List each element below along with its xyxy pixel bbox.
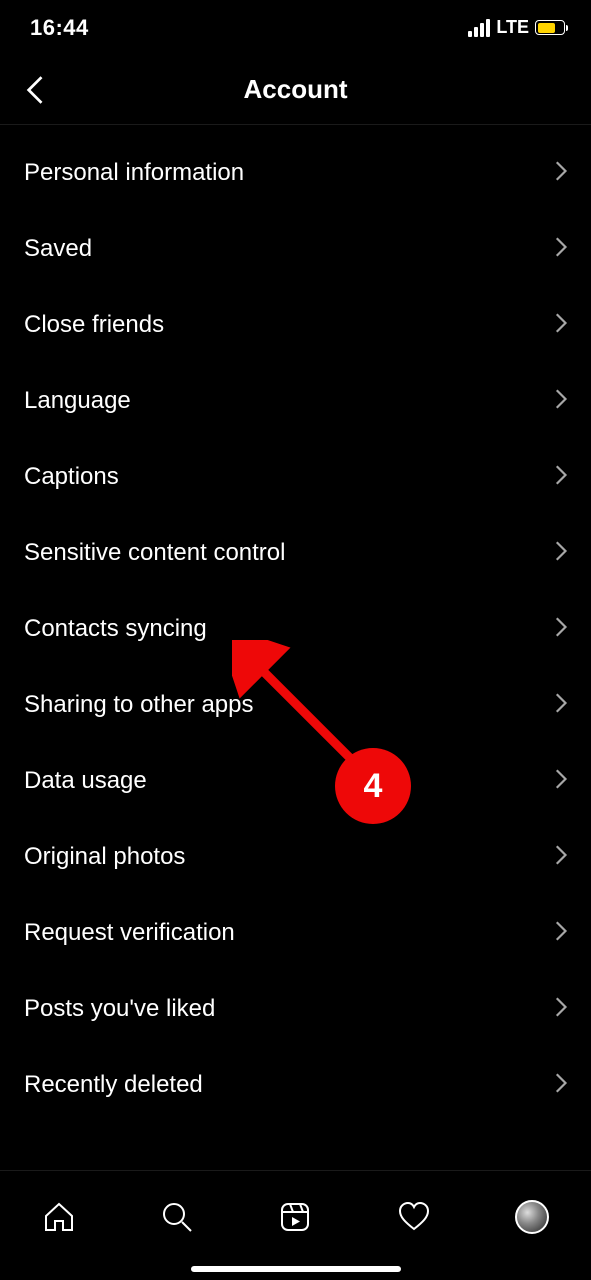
- battery-icon: [535, 20, 565, 35]
- chevron-right-icon: [555, 1072, 569, 1099]
- chevron-right-icon: [555, 692, 569, 719]
- row-contacts-syncing[interactable]: Contacts syncing: [0, 591, 591, 667]
- reels-icon: [278, 1200, 312, 1234]
- status-right: LTE: [468, 17, 565, 38]
- heart-icon: [397, 1200, 431, 1234]
- row-label: Personal information: [24, 159, 244, 187]
- nav-header: Account: [0, 55, 591, 125]
- tab-reels[interactable]: [273, 1195, 317, 1239]
- chevron-right-icon: [555, 920, 569, 947]
- network-label: LTE: [496, 17, 529, 38]
- row-label: Sharing to other apps: [24, 691, 254, 719]
- row-data-usage[interactable]: Data usage: [0, 743, 591, 819]
- row-label: Contacts syncing: [24, 615, 207, 643]
- chevron-right-icon: [555, 768, 569, 795]
- row-label: Saved: [24, 235, 92, 263]
- row-posts-youve-liked[interactable]: Posts you've liked: [0, 971, 591, 1047]
- chevron-right-icon: [555, 616, 569, 643]
- tab-bar: [0, 1170, 591, 1280]
- cell-signal-icon: [468, 19, 490, 37]
- row-label: Recently deleted: [24, 1071, 203, 1099]
- row-label: Request verification: [24, 919, 235, 947]
- row-close-friends[interactable]: Close friends: [0, 287, 591, 363]
- chevron-right-icon: [555, 388, 569, 415]
- chevron-right-icon: [555, 844, 569, 871]
- row-language[interactable]: Language: [0, 363, 591, 439]
- home-icon: [42, 1200, 76, 1234]
- chevron-right-icon: [555, 464, 569, 491]
- search-icon: [160, 1200, 194, 1234]
- row-label: Data usage: [24, 767, 147, 795]
- row-label: Posts you've liked: [24, 995, 215, 1023]
- settings-list: Personal information Saved Close friends…: [0, 125, 591, 1123]
- row-request-verification[interactable]: Request verification: [0, 895, 591, 971]
- row-label: Original photos: [24, 843, 185, 871]
- chevron-right-icon: [555, 996, 569, 1023]
- avatar-icon: [515, 1200, 549, 1234]
- tab-search[interactable]: [155, 1195, 199, 1239]
- row-label: Language: [24, 387, 131, 415]
- chevron-right-icon: [555, 540, 569, 567]
- chevron-right-icon: [555, 160, 569, 187]
- tab-home[interactable]: [37, 1195, 81, 1239]
- row-original-photos[interactable]: Original photos: [0, 819, 591, 895]
- row-saved[interactable]: Saved: [0, 211, 591, 287]
- row-personal-information[interactable]: Personal information: [0, 135, 591, 211]
- row-label: Close friends: [24, 311, 164, 339]
- status-time: 16:44: [30, 15, 89, 41]
- chevron-left-icon: [25, 75, 47, 105]
- row-captions[interactable]: Captions: [0, 439, 591, 515]
- tab-profile[interactable]: [510, 1195, 554, 1239]
- row-label: Sensitive content control: [24, 539, 285, 567]
- row-label: Captions: [24, 463, 119, 491]
- back-button[interactable]: [12, 55, 60, 124]
- chevron-right-icon: [555, 312, 569, 339]
- status-bar: 16:44 LTE: [0, 0, 591, 55]
- row-sharing-to-other-apps[interactable]: Sharing to other apps: [0, 667, 591, 743]
- tab-activity[interactable]: [392, 1195, 436, 1239]
- home-indicator: [191, 1266, 401, 1272]
- row-recently-deleted[interactable]: Recently deleted: [0, 1047, 591, 1123]
- chevron-right-icon: [555, 236, 569, 263]
- row-sensitive-content-control[interactable]: Sensitive content control: [0, 515, 591, 591]
- page-title: Account: [244, 74, 348, 105]
